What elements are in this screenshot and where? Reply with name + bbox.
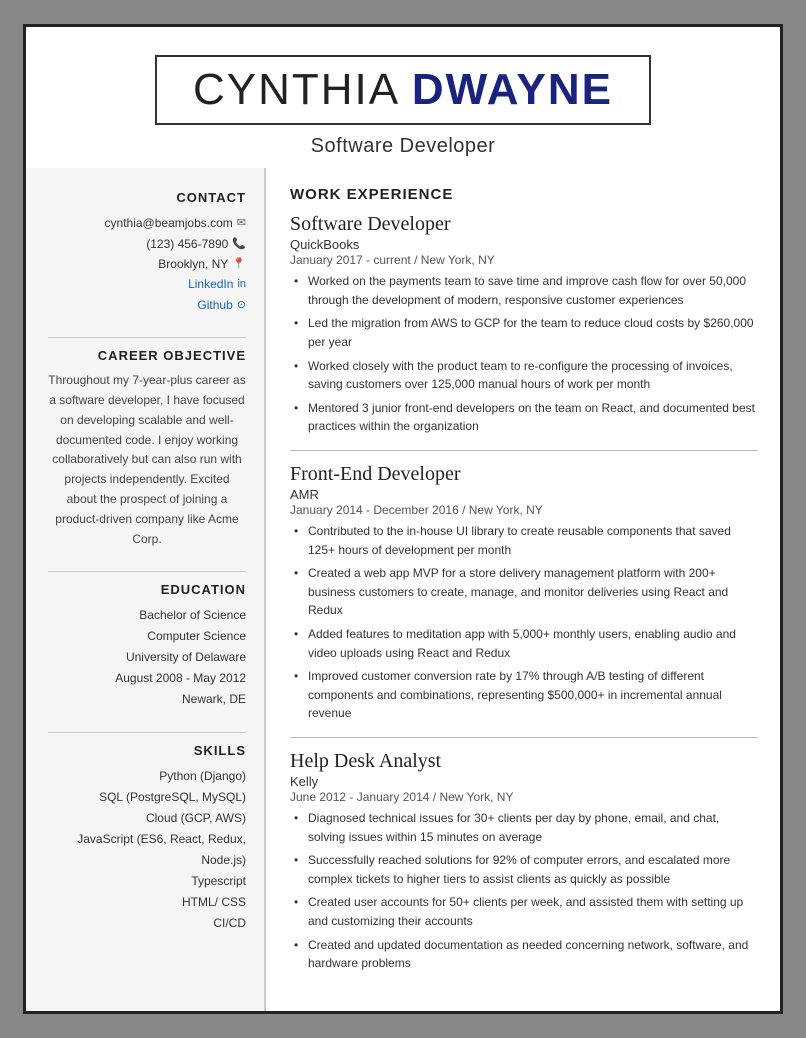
job-block: Help Desk AnalystKellyJune 2012 - Januar… (290, 750, 758, 973)
resume-document: CYNTHIA DWAYNE Software Developer CONTAC… (23, 24, 783, 1013)
work-title: WORK EXPERIENCE (290, 186, 758, 203)
job-title: Help Desk Analyst (290, 750, 758, 773)
location-item: Brooklyn, NY 📍 (48, 254, 246, 274)
job-title: Software Developer (290, 213, 758, 236)
email-icon: ✉ (237, 214, 246, 233)
linkedin-link[interactable]: LinkedIn (188, 274, 233, 294)
job-block: Software DeveloperQuickBooksJanuary 2017… (290, 213, 758, 436)
bullet-item: Created a web app MVP for a store delive… (294, 564, 758, 620)
education-title: EDUCATION (48, 582, 246, 597)
divider-1 (48, 337, 246, 338)
job-dates: January 2017 - current / New York, NY (290, 253, 758, 267)
bullet-item: Led the migration from AWS to GCP for th… (294, 314, 758, 351)
resume-header: CYNTHIA DWAYNE Software Developer (26, 27, 780, 168)
job-dates: June 2012 - January 2014 / New York, NY (290, 790, 758, 804)
skills-title: SKILLS (48, 743, 246, 758)
skills-section: SKILLS Python (Django)SQL (PostgreSQL, M… (48, 743, 246, 934)
job-bullets: Contributed to the in-house UI library t… (294, 522, 758, 723)
company-name: QuickBooks (290, 237, 758, 252)
email-item: cynthia@beamjobs.com ✉ (48, 213, 246, 233)
github-link[interactable]: Github (197, 295, 232, 315)
job-subtitle: Software Developer (66, 135, 740, 158)
contact-section: CONTACT cynthia@beamjobs.com ✉ (123) 456… (48, 190, 246, 315)
job-divider (290, 450, 758, 451)
divider-3 (48, 732, 246, 733)
skill-item: Python (Django) (48, 766, 246, 787)
bullet-item: Diagnosed technical issues for 30+ clien… (294, 809, 758, 846)
edu-location: Newark, DE (48, 689, 246, 710)
company-name: Kelly (290, 774, 758, 789)
company-name: AMR (290, 487, 758, 502)
body-content: CONTACT cynthia@beamjobs.com ✉ (123) 456… (26, 168, 780, 1010)
bullet-item: Mentored 3 junior front-end developers o… (294, 399, 758, 436)
university: University of Delaware (48, 647, 246, 668)
skill-item: HTML/ CSS (48, 892, 246, 913)
skill-item: CI/CD (48, 913, 246, 934)
job-block: Front-End DeveloperAMRJanuary 2014 - Dec… (290, 463, 758, 723)
bullet-item: Improved customer conversion rate by 17%… (294, 667, 758, 723)
skills-list: Python (Django)SQL (PostgreSQL, MySQL)Cl… (48, 766, 246, 934)
sidebar: CONTACT cynthia@beamjobs.com ✉ (123) 456… (26, 168, 266, 1010)
edu-dates: August 2008 - May 2012 (48, 668, 246, 689)
work-section: WORK EXPERIENCE Software DeveloperQuickB… (290, 186, 758, 972)
education-section: EDUCATION Bachelor of Science Computer S… (48, 582, 246, 710)
linkedin-item[interactable]: LinkedIn in (48, 274, 246, 294)
skill-item: Typescript (48, 871, 246, 892)
location-text: Brooklyn, NY (158, 254, 228, 274)
bullet-item: Worked on the payments team to save time… (294, 272, 758, 309)
bullet-item: Created and updated documentation as nee… (294, 936, 758, 973)
location-icon: 📍 (232, 255, 246, 274)
career-title: CAREER OBJECTIVE (48, 348, 246, 363)
skill-item: SQL (PostgreSQL, MySQL) (48, 787, 246, 808)
name-first: CYNTHIA (193, 65, 412, 114)
linkedin-icon: in (237, 275, 246, 294)
skill-item: Cloud (GCP, AWS) (48, 808, 246, 829)
job-bullets: Diagnosed technical issues for 30+ clien… (294, 809, 758, 973)
job-dates: January 2014 - December 2016 / New York,… (290, 503, 758, 517)
jobs-list: Software DeveloperQuickBooksJanuary 2017… (290, 213, 758, 972)
degree: Bachelor of Science (48, 605, 246, 626)
bullet-item: Successfully reached solutions for 92% o… (294, 851, 758, 888)
job-title: Front-End Developer (290, 463, 758, 486)
phone-text: (123) 456-7890 (146, 234, 228, 254)
career-text: Throughout my 7-year-plus career as a so… (48, 371, 246, 549)
phone-item: (123) 456-7890 📞 (48, 234, 246, 254)
bullet-item: Contributed to the in-house UI library t… (294, 522, 758, 559)
github-icon: ⊙ (237, 296, 246, 315)
bullet-item: Added features to meditation app with 5,… (294, 625, 758, 662)
career-section: CAREER OBJECTIVE Throughout my 7-year-pl… (48, 348, 246, 549)
main-content: WORK EXPERIENCE Software DeveloperQuickB… (266, 168, 780, 1010)
bullet-item: Worked closely with the product team to … (294, 357, 758, 394)
job-divider (290, 737, 758, 738)
contact-title: CONTACT (48, 190, 246, 205)
email-text: cynthia@beamjobs.com (105, 213, 233, 233)
major: Computer Science (48, 626, 246, 647)
job-bullets: Worked on the payments team to save time… (294, 272, 758, 436)
skill-item: JavaScript (ES6, React, Redux, Node.js) (48, 829, 246, 871)
phone-icon: 📞 (232, 235, 246, 254)
divider-2 (48, 571, 246, 572)
name-box: CYNTHIA DWAYNE (155, 55, 651, 125)
github-item[interactable]: Github ⊙ (48, 295, 246, 315)
bullet-item: Created user accounts for 50+ clients pe… (294, 893, 758, 930)
name-last: DWAYNE (412, 65, 613, 114)
